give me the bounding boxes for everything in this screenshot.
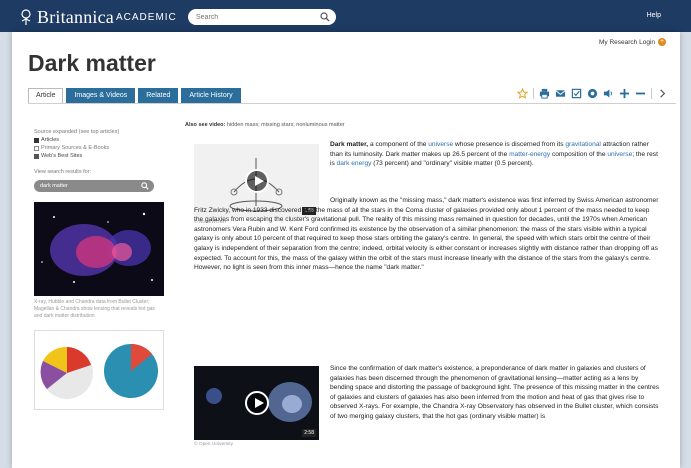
sidebar-search-pill[interactable]: dark matter (34, 180, 154, 192)
top-navigation-bar: Britannica ACADEMIC Help (0, 0, 691, 32)
cite-icon[interactable] (571, 88, 582, 99)
login-plus-icon: + (658, 38, 666, 46)
also-see-videos: Also see video: hidden mass; missing sta… (185, 122, 670, 128)
thistle-logo-icon (21, 9, 31, 25)
sidebar-link-web-sites[interactable]: Web's Best Sites (34, 152, 172, 160)
increase-font-icon[interactable] (619, 88, 630, 99)
research-login-link[interactable]: My Research Login + (599, 38, 666, 46)
video-duration: 2:58 (302, 429, 316, 437)
sidebar-search-label: View search results for: (34, 169, 92, 175)
book-icon (34, 145, 39, 151)
star-icon[interactable] (517, 88, 528, 99)
sidebar-search-term: dark matter (40, 183, 68, 189)
sidebar-link-label: Primary Sources & E-Books (41, 145, 110, 151)
tab-related[interactable]: Related (138, 88, 179, 104)
next-icon[interactable] (657, 88, 668, 99)
bullet-cluster-image[interactable] (34, 202, 164, 296)
video-caption: © Open University (194, 442, 233, 447)
articles-icon (34, 137, 39, 143)
video-thumbnail-2[interactable]: 2:58 (194, 366, 319, 440)
play-icon[interactable] (244, 169, 269, 193)
email-icon[interactable] (555, 88, 566, 99)
article-body: Also see video: hidden mass; missing sta… (185, 122, 670, 128)
image-caption: X-ray, Hubble and Chandra data from Bull… (34, 299, 155, 319)
matter-composition-pie-charts (40, 344, 158, 399)
play-icon[interactable] (244, 391, 269, 415)
para-text: composition of the (550, 150, 608, 158)
para-text: whose presence is discerned from its (453, 141, 566, 148)
article-tabs: Article Images & Videos Related Article … (28, 88, 241, 104)
article-toolbar (517, 88, 668, 99)
web-icon (34, 153, 39, 159)
pie-chart-image[interactable] (34, 330, 164, 410)
toolbar-divider (651, 88, 652, 99)
para-text: (73 percent) and "ordinary" visible matt… (371, 160, 534, 168)
article-paragraph-1: Dark matter, a component of the universe… (330, 140, 660, 169)
also-videos-label: Also see video: (185, 122, 226, 128)
page-title: Dark matter (28, 50, 156, 76)
tab-article-history[interactable]: Article History (181, 88, 241, 104)
audio-icon[interactable] (603, 88, 614, 99)
toolbar-divider (533, 88, 534, 99)
article-card: My Research Login + Dark matter Article … (12, 32, 680, 468)
brand-name: Britannica (37, 6, 114, 27)
britannica-logo[interactable]: Britannica ACADEMIC (18, 6, 177, 28)
bullet-cluster-picture (34, 202, 164, 296)
para-text: a component of the (368, 141, 429, 148)
search-input[interactable] (196, 11, 314, 23)
link-gravitational[interactable]: gravitational (565, 141, 601, 148)
decrease-font-icon[interactable] (635, 88, 646, 99)
print-icon[interactable] (539, 88, 550, 99)
help-link[interactable]: Help (647, 12, 661, 19)
tab-images-videos[interactable]: Images & Videos (66, 88, 136, 104)
article-paragraph-3: Since the confirmation of dark matter's … (330, 364, 660, 422)
sidebar-link-primary-sources[interactable]: Primary Sources & E-Books (34, 144, 172, 152)
link-matter-energy[interactable]: matter-energy (509, 151, 550, 158)
search-icon[interactable] (320, 12, 330, 22)
para-text: Originally known as the "missing mass," … (194, 197, 659, 272)
article-paragraph-2: Originally known as the "missing mass," … (194, 196, 660, 273)
sidebar-link-articles[interactable]: Articles (34, 136, 172, 144)
article-term: Dark matter, (330, 141, 369, 148)
also-videos-text[interactable]: hidden mass; missing stars; nonluminous … (227, 122, 345, 128)
sidebar-link-label: Articles (41, 137, 60, 143)
link-dark-energy[interactable]: dark energy (337, 160, 372, 167)
sidebar-related-label: Source expanded (see top articles) (34, 129, 120, 135)
tab-divider (28, 103, 676, 104)
tab-article[interactable]: Article (28, 88, 64, 104)
research-login-label: My Research Login (599, 38, 655, 46)
link-universe[interactable]: universe (428, 141, 453, 148)
search-icon (141, 182, 149, 190)
link-universe-2[interactable]: universe (607, 151, 632, 158)
search-box[interactable] (188, 9, 336, 25)
share-icon[interactable] (587, 88, 598, 99)
left-sidebar: Source expanded (see top articles) Artic… (34, 128, 172, 410)
sidebar-link-label: Web's Best Sites (41, 153, 83, 159)
brand-academic: ACADEMIC (115, 11, 177, 23)
para-text: Since the confirmation of dark matter's … (330, 365, 660, 420)
